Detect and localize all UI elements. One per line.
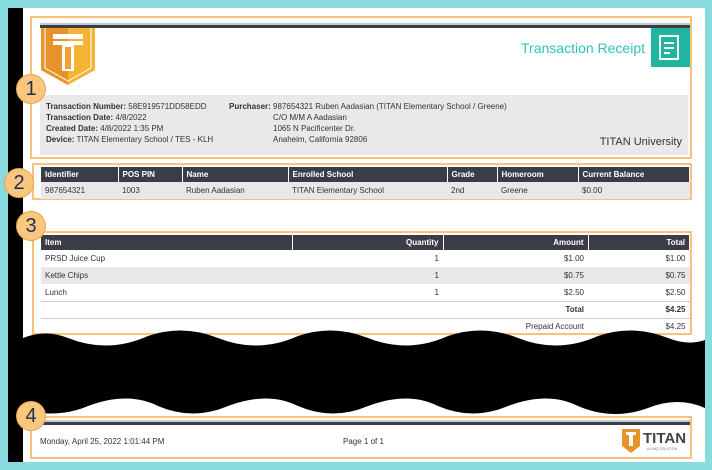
cell: TITAN Elementary School [288, 182, 447, 199]
table-row: PRSD Juice Cup 1 $1.00 $1.00 [45, 254, 686, 263]
transaction-date: 4/8/2022 [115, 113, 147, 122]
transaction-number: 58E919571DD58EDD [128, 102, 207, 111]
items-section: Item Quantity Amount Total PRSD Juice Cu… [32, 231, 692, 335]
items-table: Item Quantity Amount Total PRSD Juice Cu… [41, 235, 690, 335]
column-header: Grade [447, 167, 498, 182]
column-header: Enrolled School [288, 167, 448, 182]
column-header: POS PIN [118, 167, 183, 182]
address-line: 1065 N Pacificenter Dr. [273, 124, 356, 133]
table-row: Lunch 1 $2.50 $2.50 [45, 287, 686, 297]
print-datetime: Monday, April 25, 2022 1:01:44 PM [40, 437, 165, 446]
total-row: Total $4.25 [41, 301, 690, 318]
footer-bar [32, 420, 690, 425]
step-badge-3: 3 [16, 211, 46, 241]
step-badge-1: 1 [16, 74, 46, 104]
cell: $0.00 [578, 182, 690, 199]
torn-page-gap [8, 330, 705, 415]
device: TITAN Elementary School / TES - KLH [76, 135, 214, 144]
step-badge-4: 4 [16, 401, 46, 431]
titan-logo-icon [41, 28, 95, 85]
cell: Greene [497, 182, 578, 199]
cell: Ruben Aadasian [182, 182, 288, 199]
cell: 1003 [118, 182, 182, 199]
receipt-icon [651, 28, 690, 67]
student-table: Identifier POS PIN Name Enrolled School … [41, 167, 690, 199]
page-title: Transaction Receipt [521, 40, 645, 56]
column-header: Total [588, 235, 690, 250]
organization-name: TITAN University [599, 136, 682, 148]
titan-logo-icon [622, 429, 640, 453]
address-line: C/O M/M A Aadasian [273, 113, 347, 122]
step-badge-2: 2 [4, 168, 34, 198]
header-bar [40, 23, 690, 28]
column-header: Current Balance [578, 167, 690, 182]
cell: 987654321 [41, 182, 118, 199]
student-section: Identifier POS PIN Name Enrolled School … [32, 163, 692, 200]
page-number: Page 1 of 1 [343, 437, 384, 446]
transaction-info: Transaction Number: 58E919571DD58EDD Tra… [40, 95, 688, 155]
column-header: Quantity [292, 235, 444, 250]
titan-footer-logo: TITAN A LINQ SOLUTION [622, 429, 690, 455]
table-row: Kettle Chips 1 $0.75 $0.75 [41, 267, 690, 284]
column-header: Identifier [41, 167, 119, 182]
purchaser: 987654321 Ruben Aadasian (TITAN Elementa… [273, 102, 507, 111]
created-date: 4/8/2022 1:35 PM [100, 124, 164, 133]
column-header: Name [182, 167, 289, 182]
column-header: Amount [443, 235, 589, 250]
column-header: Item [41, 235, 293, 250]
cell: 2nd [447, 182, 497, 199]
column-header: Homeroom [497, 167, 579, 182]
address-line: Anaheim, California 92806 [273, 135, 368, 144]
table-row: 987654321 1003 Ruben Aadasian TITAN Elem… [41, 182, 690, 199]
